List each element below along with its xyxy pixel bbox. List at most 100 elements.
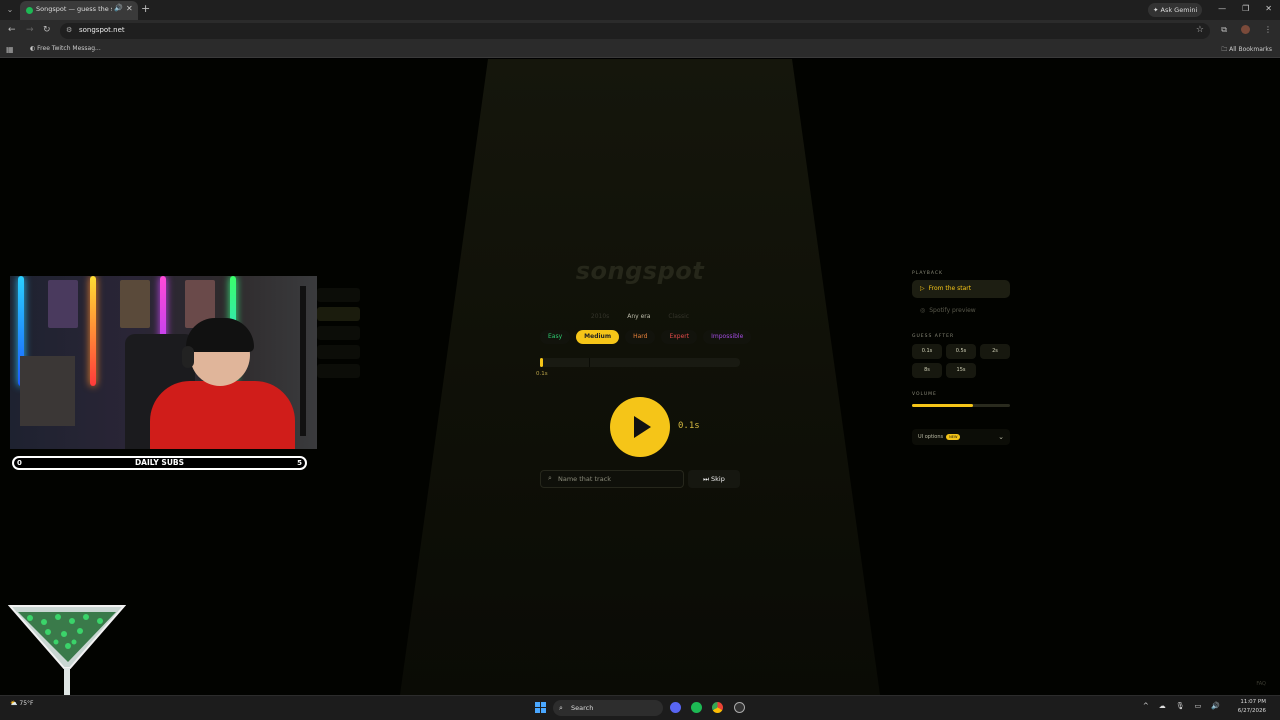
ui-options-toggle[interactable]: UI options NEW ⌄: [912, 429, 1010, 445]
windows-start-icon[interactable]: [535, 702, 546, 713]
ghost-row: [317, 307, 360, 321]
difficulty-impossible[interactable]: Impossible: [703, 330, 752, 344]
progress-divider: [589, 358, 590, 367]
snippet-duration: 0.1s: [678, 421, 700, 431]
subs-goal-title: DAILY SUBS: [134, 458, 185, 467]
bookmarks-bar: ▦ ◐ Free Twitch Messag... 🗀 All Bookmark…: [0, 42, 1280, 58]
era-classic[interactable]: Classic: [668, 313, 689, 320]
guess-after-options: 0.1s 0.5s 2s 8s 15s: [912, 344, 1010, 378]
daily-subs-goal-bar: 0 DAILY SUBS 5: [12, 456, 307, 470]
weather-temp: 75°F: [19, 700, 34, 707]
discord-app-icon[interactable]: [670, 702, 681, 713]
all-bookmarks-button[interactable]: 🗀 All Bookmarks: [1221, 45, 1272, 55]
guess-after-0-5s[interactable]: 0.5s: [946, 344, 976, 359]
guess-input-wrapper: ⌕: [540, 470, 684, 488]
era-any[interactable]: Any era: [627, 313, 650, 320]
volume-slider-fill: [912, 404, 973, 407]
tab-close-icon[interactable]: ✕: [126, 4, 133, 13]
site-info-icon[interactable]: ⚙: [66, 26, 72, 34]
ghost-row: [317, 288, 360, 302]
extensions-puzzle-icon[interactable]: ⧉: [1221, 25, 1227, 35]
reload-icon[interactable]: ↻: [43, 25, 51, 35]
playback-from-start-label: From the start: [928, 285, 972, 292]
volume-heading: VOLUME: [912, 392, 937, 397]
browser-tab-songspot[interactable]: Songspot — guess the son 🔊 ✕: [20, 1, 138, 20]
address-bar[interactable]: ⚙ songspot.net ☆: [60, 23, 1210, 39]
difficulty-hard[interactable]: Hard: [625, 330, 656, 344]
start-tile: [541, 702, 546, 707]
play-small-icon: ▷: [920, 285, 925, 292]
ask-gemini-button[interactable]: ✦ Ask Gemini: [1148, 3, 1202, 17]
tab-audio-speaker-icon[interactable]: 🔊: [114, 4, 123, 12]
playback-spotify-preview[interactable]: ◎ Spotify preview: [912, 302, 1010, 320]
era-2010s[interactable]: 2010s: [591, 313, 609, 320]
wall-poster: [48, 280, 78, 328]
taskbar-search-label: Search: [571, 704, 594, 712]
chevron-down-icon: ⌄: [998, 433, 1004, 441]
mic-icon[interactable]: 🎙: [1176, 702, 1185, 710]
ghost-row: [317, 326, 360, 340]
taskbar-search-icon: ⌕: [559, 704, 563, 712]
skip-forward-icon: ⏭: [703, 475, 709, 483]
app-icon[interactable]: [734, 702, 745, 713]
ghost-row: [317, 364, 360, 378]
streamer-hoodie: [150, 381, 295, 449]
play-triangle-icon: [634, 416, 651, 438]
skip-button[interactable]: ⏭ Skip: [688, 470, 740, 488]
windows-taskbar: ⛅ 75°F ⌕ Search ^ ☁ 🎙 ▭ 🔊 11:07 PM 6/27/…: [0, 695, 1280, 720]
background-ghost-list: [317, 288, 360, 383]
difficulty-easy[interactable]: Easy: [540, 330, 571, 344]
apps-grid-icon[interactable]: ▦: [6, 45, 14, 54]
playback-spotify-label: Spotify preview: [929, 307, 976, 314]
browser-toolbar: ← → ↻ ⚙ songspot.net ☆ ⧉ ⋮: [0, 20, 1280, 42]
guess-input[interactable]: [558, 473, 678, 485]
cloud-icon[interactable]: ☁: [1159, 702, 1166, 710]
songspot-favicon-icon: [26, 7, 33, 14]
network-icon[interactable]: ▭: [1195, 702, 1202, 710]
playback-from-start[interactable]: ▷ From the start: [912, 280, 1010, 298]
guess-after-15s[interactable]: 15s: [946, 363, 976, 378]
taskbar-clock[interactable]: 11:07 PM 6/27/2026: [1238, 698, 1266, 716]
browser-tab-title: Songspot — guess the son: [36, 5, 112, 13]
forward-arrow-icon[interactable]: →: [26, 25, 34, 35]
difficulty-medium[interactable]: Medium: [576, 330, 620, 344]
subs-goal-end: 5: [297, 459, 302, 467]
faq-link[interactable]: FAQ: [1256, 681, 1266, 687]
volume-slider[interactable]: [912, 404, 1010, 407]
volume-icon[interactable]: 🔊: [1211, 702, 1220, 710]
window-controls: — ❐ ✕: [1218, 4, 1272, 13]
new-tab-button[interactable]: +: [141, 2, 150, 15]
microphone-arm: [300, 286, 306, 436]
weather-widget[interactable]: ⛅ 75°F: [10, 700, 33, 707]
play-button[interactable]: [610, 397, 670, 457]
guess-after-8s[interactable]: 8s: [912, 363, 942, 378]
profile-avatar[interactable]: [1241, 25, 1250, 34]
minimize-icon[interactable]: —: [1218, 4, 1226, 13]
restore-icon[interactable]: ❐: [1242, 4, 1249, 13]
guess-after-2s[interactable]: 2s: [980, 344, 1010, 359]
ui-options-label: UI options: [918, 434, 944, 440]
back-arrow-icon[interactable]: ←: [8, 25, 16, 35]
bookmark-twitch-label: Free Twitch Messag...: [37, 45, 101, 52]
guess-after-0-1s[interactable]: 0.1s: [912, 344, 942, 359]
headset-icon: [182, 346, 194, 368]
bookmark-twitch-messages[interactable]: ◐ Free Twitch Messag...: [30, 45, 101, 52]
toolbar-extensions: ⧉ ⋮: [1221, 25, 1272, 35]
ask-gemini-label: Ask Gemini: [1160, 6, 1198, 14]
tray-chevron-icon[interactable]: ^: [1143, 702, 1149, 710]
chrome-app-icon[interactable]: [712, 702, 723, 713]
webcam-overlay: [10, 276, 317, 449]
settings-sidebar: PLAYBACK ▷ From the start ◎ Spotify previe…: [912, 271, 1010, 445]
window-close-icon[interactable]: ✕: [1265, 4, 1272, 13]
difficulty-expert[interactable]: Expert: [661, 330, 698, 344]
tab-search-chevron-icon[interactable]: ⌄: [3, 3, 17, 17]
clock-time: 11:07 PM: [1240, 699, 1266, 705]
spotify-icon: ◎: [920, 307, 926, 314]
snippet-progress-fill: [540, 358, 543, 367]
spotify-app-icon[interactable]: [691, 702, 702, 713]
start-tile: [535, 702, 540, 707]
browser-menu-icon[interactable]: ⋮: [1264, 25, 1272, 35]
snippet-progress-track[interactable]: [540, 358, 740, 367]
taskbar-search[interactable]: ⌕ Search: [553, 700, 663, 716]
bookmark-star-icon[interactable]: ☆: [1196, 25, 1204, 35]
